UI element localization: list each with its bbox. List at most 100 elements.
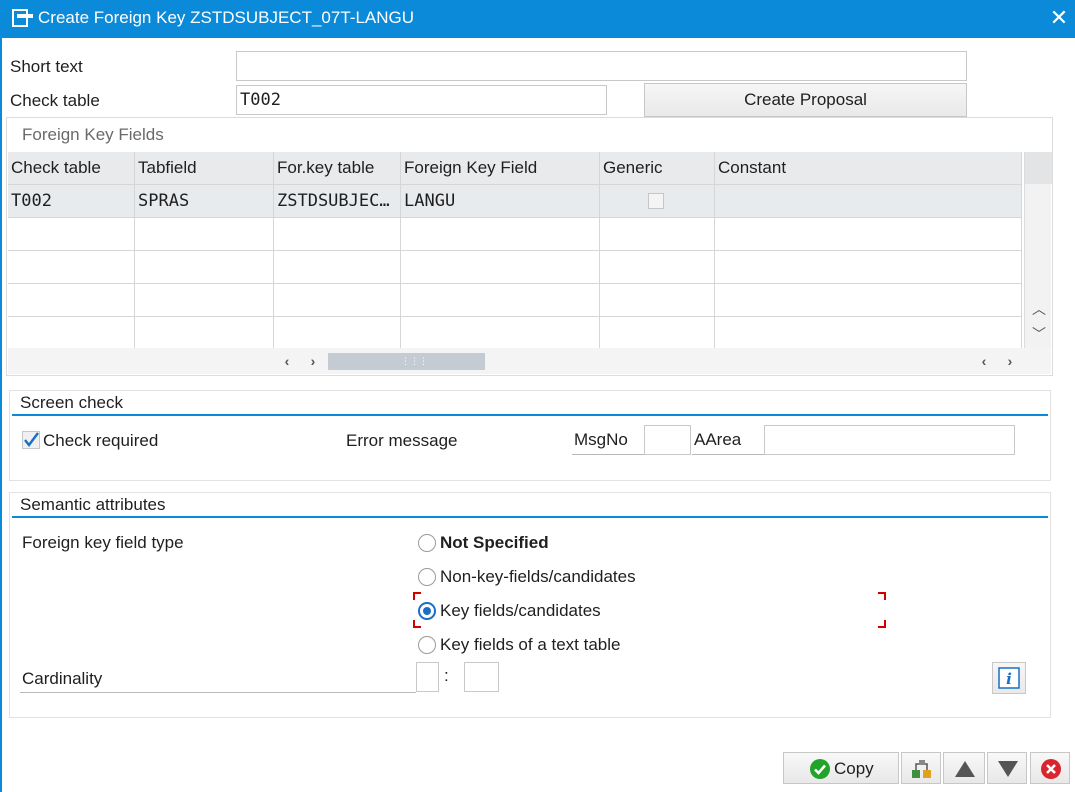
hierarchy-button[interactable] (901, 752, 941, 784)
col-header-check-table[interactable]: Check table (8, 152, 135, 185)
table-vertical-scrollbar[interactable]: ︿ ﹀ (1024, 152, 1052, 348)
empty-cell[interactable] (274, 218, 401, 251)
empty-cell[interactable] (715, 251, 1022, 284)
info-icon-glyph: i (998, 667, 1020, 689)
chevron-up-icon[interactable]: ︿ (1030, 300, 1048, 318)
cardinality-right-input[interactable] (464, 662, 499, 692)
check-required-label: Check required (43, 431, 159, 450)
short-text-input[interactable] (236, 51, 967, 81)
cardinality-separator: : (444, 666, 449, 685)
empty-cell[interactable] (600, 284, 715, 317)
chevron-left-icon[interactable]: ‹ (975, 352, 993, 370)
window-icon (12, 9, 33, 27)
empty-cell[interactable] (135, 284, 274, 317)
col-header-constant[interactable]: Constant (715, 152, 1022, 185)
scroll-header-corner (1025, 152, 1052, 184)
cell-forkey-field[interactable]: LANGU (401, 185, 600, 218)
generic-checkbox[interactable] (648, 193, 664, 209)
hierarchy-icon (912, 760, 931, 778)
col-header-forkey-field[interactable]: Foreign Key Field (401, 152, 600, 185)
aarea-input[interactable] (764, 425, 1015, 455)
chevron-down-icon[interactable]: ﹀ (1030, 325, 1048, 343)
check-circle-icon (810, 759, 830, 779)
table-horizontal-scrollbar[interactable]: ‹ › ⋮⋮⋮ ‹ › (8, 348, 1051, 374)
empty-cell[interactable] (600, 317, 715, 348)
cancel-icon (1041, 759, 1061, 779)
col-header-tabfield[interactable]: Tabfield (135, 152, 274, 185)
empty-cell[interactable] (8, 317, 135, 348)
empty-cell[interactable] (600, 251, 715, 284)
empty-cell[interactable] (135, 218, 274, 251)
col-header-generic[interactable]: Generic (600, 152, 715, 185)
move-up-button[interactable] (943, 752, 985, 784)
focus-bracket (413, 592, 421, 600)
empty-cell[interactable] (8, 218, 135, 251)
cancel-button[interactable] (1030, 752, 1070, 784)
msgno-label: MsgNo (572, 425, 644, 455)
aarea-label: AArea (692, 425, 764, 455)
empty-cell[interactable] (135, 317, 274, 348)
key-fields-label: Key fields/candidates (440, 601, 601, 620)
empty-cell[interactable] (8, 251, 135, 284)
empty-cell[interactable] (401, 218, 600, 251)
fk-field-type-label: Foreign key field type (22, 533, 184, 552)
short-text-label: Short text (10, 57, 83, 76)
empty-cell[interactable] (401, 284, 600, 317)
scroll-thumb[interactable]: ⋮⋮⋮ (328, 353, 485, 370)
cell-forkey-table[interactable]: ZSTDSUBJEC… (274, 185, 401, 218)
cardinality-left-input[interactable] (416, 662, 439, 692)
empty-cell[interactable] (715, 284, 1022, 317)
cell-tabfield[interactable]: SPRAS (135, 185, 274, 218)
empty-cell[interactable] (274, 251, 401, 284)
screen-check-divider (12, 414, 1048, 416)
chevron-right-icon[interactable]: › (304, 352, 322, 370)
chevron-left-icon[interactable]: ‹ (278, 352, 296, 370)
scroll-grip-icon: ⋮⋮⋮ (401, 356, 428, 366)
fk-fields-title: Foreign Key Fields (22, 125, 164, 144)
triangle-up-icon (955, 761, 975, 777)
semantic-divider (12, 516, 1048, 518)
empty-cell[interactable] (8, 284, 135, 317)
col-header-forkey-table[interactable]: For.key table (274, 152, 401, 185)
check-table-label: Check table (10, 91, 100, 110)
empty-cell[interactable] (715, 218, 1022, 251)
semantic-attributes-title: Semantic attributes (20, 495, 166, 514)
radio-key-fields-text-table[interactable] (418, 636, 436, 654)
fk-fields-table: Check table Tabfield For.key table Forei… (8, 152, 1022, 348)
info-icon[interactable]: i (992, 662, 1026, 694)
check-table-input[interactable]: T002 (236, 85, 607, 115)
checkmark-icon (24, 432, 39, 447)
cardinality-label: Cardinality (20, 662, 416, 693)
copy-button-label: Copy (834, 759, 874, 778)
move-down-button[interactable] (987, 752, 1027, 784)
radio-non-key-fields[interactable] (418, 568, 436, 586)
error-message-label: Error message (346, 431, 458, 450)
focus-bracket (878, 620, 886, 628)
empty-cell[interactable] (600, 218, 715, 251)
cell-generic (600, 185, 715, 218)
cell-constant[interactable] (715, 185, 1022, 218)
empty-cell[interactable] (401, 251, 600, 284)
title-bar: Create Foreign Key ZSTDSUBJECT_07T-LANGU… (2, 0, 1075, 38)
check-required-checkbox[interactable] (22, 431, 40, 449)
cell-check-table[interactable]: T002 (8, 185, 135, 218)
copy-button[interactable]: Copy (783, 752, 899, 784)
empty-cell[interactable] (274, 284, 401, 317)
svg-text:i: i (1006, 670, 1012, 688)
not-specified-label: Not Specified (440, 533, 549, 552)
empty-cell[interactable] (135, 251, 274, 284)
empty-cell[interactable] (401, 317, 600, 348)
radio-not-specified[interactable] (418, 534, 436, 552)
key-fields-text-table-label: Key fields of a text table (440, 635, 621, 654)
chevron-right-icon[interactable]: › (1001, 352, 1019, 370)
close-icon[interactable]: ✕ (1046, 4, 1072, 32)
empty-cell[interactable] (715, 317, 1022, 348)
window-title: Create Foreign Key ZSTDSUBJECT_07T-LANGU (38, 8, 415, 27)
focus-bracket (413, 620, 421, 628)
focus-bracket (878, 592, 886, 600)
triangle-down-icon (998, 761, 1018, 777)
radio-key-fields[interactable] (418, 602, 436, 620)
create-proposal-button[interactable]: Create Proposal (644, 83, 967, 117)
empty-cell[interactable] (274, 317, 401, 348)
msgno-input[interactable] (644, 425, 691, 455)
